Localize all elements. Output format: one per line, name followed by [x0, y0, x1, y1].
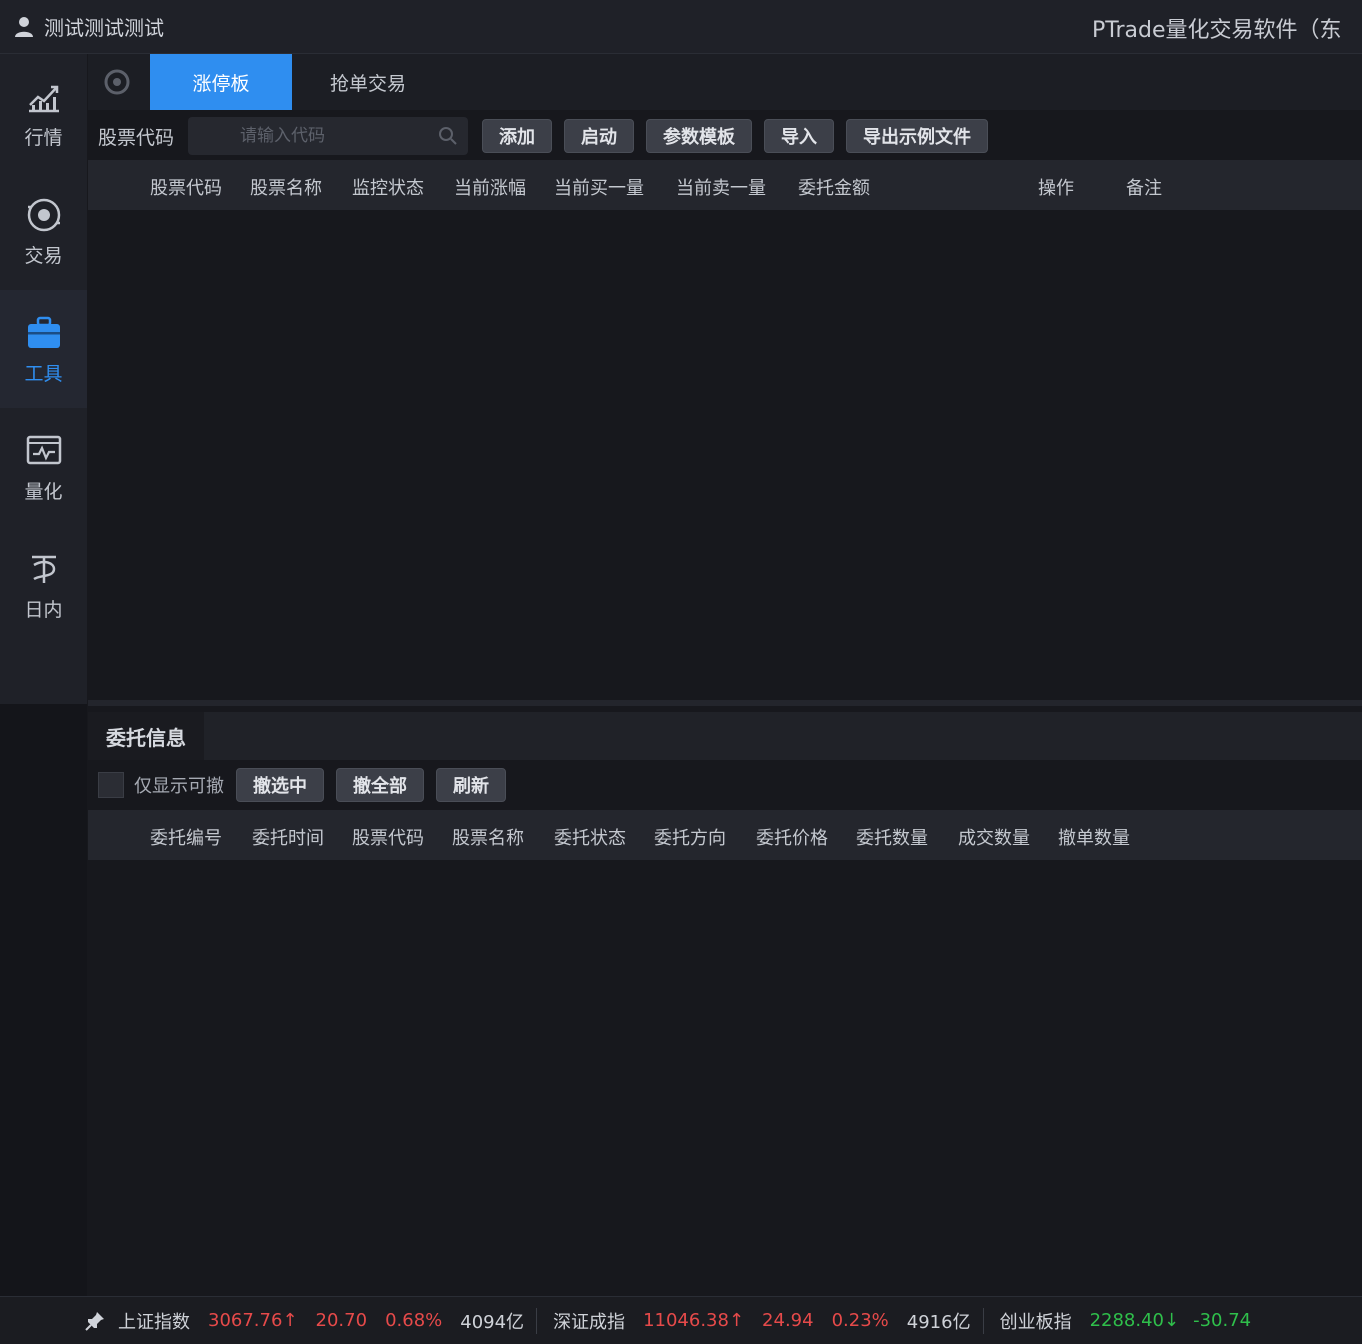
chart-icon	[28, 85, 59, 112]
user-icon	[15, 16, 33, 37]
search-icon[interactable]	[438, 126, 458, 146]
index-price: 2288.40↓	[1089, 1310, 1180, 1331]
index-price: 3067.76↑	[208, 1310, 298, 1331]
intraday-icon	[31, 555, 56, 583]
column-header[interactable]: 委托方向	[654, 824, 726, 850]
column-header[interactable]: 监控状态	[352, 174, 424, 200]
tab-grab-order[interactable]: 抢单交易	[292, 54, 444, 110]
user-block[interactable]: 测试测试测试	[14, 12, 164, 41]
index-change: 20.70	[315, 1310, 368, 1331]
column-header[interactable]: 委托金额	[798, 174, 870, 200]
param-template-button[interactable]: 参数模板	[646, 119, 753, 153]
column-header[interactable]: 委托时间	[252, 824, 324, 850]
sidebar-item-label: 行情	[24, 126, 63, 149]
column-header[interactable]: 委托数量	[856, 824, 928, 850]
sidebar-item-tools[interactable]: 工具	[0, 290, 87, 408]
sidebar-item-label: 工具	[24, 362, 63, 385]
column-header[interactable]: 操作	[1038, 174, 1074, 200]
title-bar: 测试测试测试 PTrade量化交易软件（东	[0, 0, 1362, 54]
column-header[interactable]: 当前涨幅	[454, 174, 526, 200]
sidebar-item-label: 日内	[24, 598, 63, 621]
sidebar-item-quant[interactable]: 量化	[0, 408, 87, 526]
column-header[interactable]: 股票名称	[250, 174, 322, 200]
column-header[interactable]: 备注	[1126, 174, 1162, 200]
pin-icon[interactable]	[84, 1310, 106, 1332]
status-bar: 上证指数 3067.76↑ 20.70 0.68% 4094亿 深证成指 110…	[0, 1296, 1362, 1344]
gear-icon[interactable]	[102, 67, 132, 97]
index-change: 24.94	[762, 1310, 814, 1331]
column-header[interactable]: 成交数量	[958, 824, 1030, 850]
only-cancelable-label: 仅显示可撤	[134, 776, 224, 797]
quant-monitor-icon	[26, 435, 61, 464]
index-volume: 4916亿	[906, 1311, 971, 1333]
column-header[interactable]: 当前买一量	[554, 174, 644, 200]
column-header[interactable]: 当前卖一量	[676, 174, 766, 200]
sidebar-item-label: 量化	[24, 480, 63, 503]
tab-bar: 涨停板 抢单交易	[88, 54, 1362, 110]
cancel-selected-button[interactable]: 撤选中	[236, 768, 324, 802]
index-name[interactable]: 上证指数	[118, 1308, 190, 1334]
only-cancelable-checkbox[interactable]	[98, 772, 124, 798]
index-change-pct: 0.23%	[831, 1310, 889, 1331]
app-window: 测试测试测试 PTrade量化交易软件（东 行情 交易 工具 量化 日内 涨停板…	[0, 0, 1362, 1344]
app-title: PTrade量化交易软件（东	[1092, 18, 1342, 43]
briefcase-icon	[27, 316, 60, 348]
orders-section-header: 委托信息	[88, 712, 1362, 760]
section-divider[interactable]	[88, 700, 1362, 706]
tab-limit-up[interactable]: 涨停板	[150, 54, 292, 110]
sidebar-item-intraday[interactable]: 日内	[0, 526, 87, 644]
cancel-all-button[interactable]: 撤全部	[336, 768, 424, 802]
refresh-button[interactable]: 刷新	[436, 768, 506, 802]
stock-code-label: 股票代码	[98, 126, 175, 149]
sidebar-item-market[interactable]: 行情	[0, 54, 87, 172]
trade-icon	[27, 198, 60, 231]
user-name: 测试测试测试	[44, 16, 164, 40]
sidebar-item-trade[interactable]: 交易	[0, 172, 87, 290]
divider	[536, 1307, 538, 1334]
search-box[interactable]	[188, 117, 469, 155]
import-button[interactable]: 导入	[764, 119, 835, 153]
column-header[interactable]: 撤单数量	[1058, 824, 1130, 850]
index-change: -30.74	[1193, 1310, 1252, 1331]
index-price: 11046.38↑	[643, 1310, 745, 1331]
index-name[interactable]: 创业板指	[1000, 1308, 1072, 1334]
sidebar: 行情 交易 工具 量化 日内	[0, 54, 87, 1344]
column-header[interactable]: 委托状态	[554, 824, 626, 850]
sidebar-empty-area	[0, 704, 87, 1344]
divider	[982, 1307, 984, 1334]
column-header[interactable]: 股票名称	[452, 824, 524, 850]
sidebar-item-label: 交易	[24, 244, 63, 267]
monitor-toolbar: 股票代码 添加 启动 参数模板 导入 导出示例文件	[88, 110, 1362, 162]
column-header[interactable]: 委托编号	[150, 824, 222, 850]
orders-toolbar: 仅显示可撤 撤选中 撤全部 刷新	[88, 762, 1362, 808]
add-button[interactable]: 添加	[482, 119, 553, 153]
index-change-pct: 0.68%	[385, 1310, 443, 1331]
orders-table-header: 委托编号 委托时间 股票代码 股票名称 委托状态 委托方向 委托价格 委托数量 …	[88, 810, 1362, 860]
start-button[interactable]: 启动	[564, 119, 635, 153]
column-header[interactable]: 股票代码	[150, 174, 222, 200]
export-sample-button[interactable]: 导出示例文件	[846, 119, 989, 153]
index-volume: 4094亿	[460, 1311, 525, 1333]
column-header[interactable]: 股票代码	[352, 824, 424, 850]
orders-section-title[interactable]: 委托信息	[88, 712, 204, 760]
search-input[interactable]	[188, 126, 429, 146]
monitor-table-header: 股票代码 股票名称 监控状态 当前涨幅 当前买一量 当前卖一量 委托金额 操作 …	[88, 160, 1362, 210]
index-name[interactable]: 深证成指	[553, 1308, 625, 1334]
column-header[interactable]: 委托价格	[756, 824, 828, 850]
